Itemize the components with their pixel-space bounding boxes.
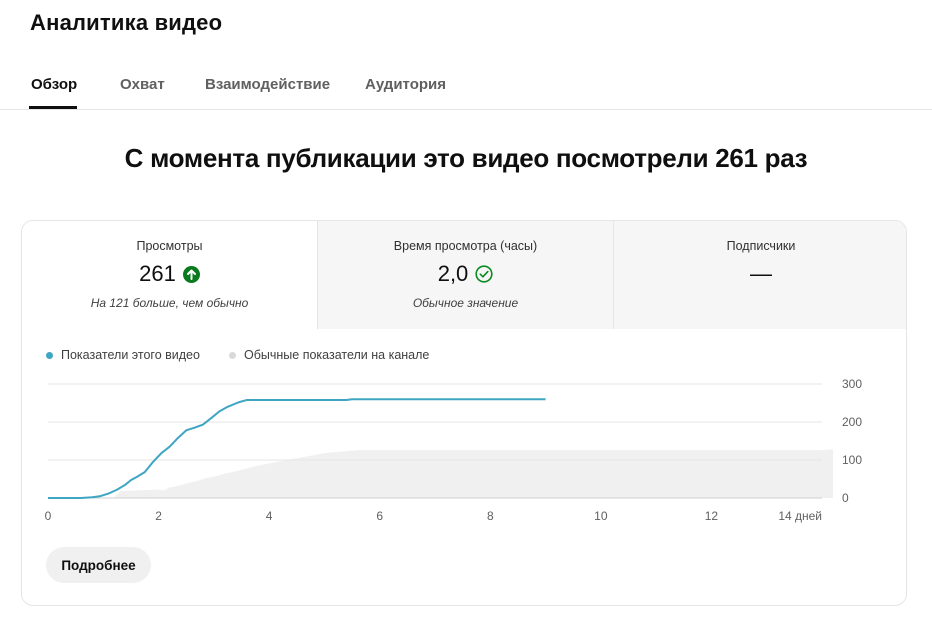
metric-views-label: Просмотры bbox=[136, 239, 203, 253]
legend-dot-typical bbox=[229, 351, 236, 359]
metric-subscribers[interactable]: Подписчики — bbox=[613, 221, 906, 329]
typical-performance-area bbox=[114, 449, 834, 498]
x-tick-label-4: 4 bbox=[266, 509, 273, 523]
overview-card: Просмотры 261 На 121 больше, чем обычно … bbox=[21, 220, 907, 606]
x-tick-label-8: 8 bbox=[487, 509, 494, 523]
legend-label-typical: Обычные показатели на канале bbox=[244, 348, 430, 362]
x-tick-label-14: 14 дней bbox=[778, 509, 822, 523]
y-tick-label-100: 100 bbox=[842, 453, 862, 467]
tab-engagement[interactable]: Взаимодействие bbox=[205, 76, 330, 93]
active-tab-indicator bbox=[29, 106, 77, 109]
metric-subscribers-value: — bbox=[750, 261, 772, 286]
legend-dot-this-video bbox=[46, 351, 53, 359]
legend-this-video: Показатели этого видео bbox=[46, 348, 200, 362]
metric-tabs: Просмотры 261 На 121 больше, чем обычно … bbox=[22, 221, 906, 329]
metric-watch-time-note: Обычное значение bbox=[412, 296, 519, 310]
arrow-up-circle-icon bbox=[182, 265, 200, 283]
y-tick-label-300: 300 bbox=[842, 377, 862, 391]
legend-typical: Обычные показатели на канале bbox=[229, 348, 429, 362]
metric-watch-time-label: Время просмотра (часы) bbox=[393, 239, 538, 253]
y-tick-label-200: 200 bbox=[842, 415, 862, 429]
metric-watch-time[interactable]: Время просмотра (часы) 2,0 Обычное значе… bbox=[317, 221, 613, 329]
views-chart: 0 100 200 300 0 2 4 6 8 10 12 14 дней bbox=[45, 377, 863, 523]
tab-audience[interactable]: Аудитория bbox=[365, 76, 446, 93]
x-tick-label-6: 6 bbox=[376, 509, 383, 523]
app-title: Аналитика видео bbox=[30, 10, 223, 35]
metric-views-value-row: 261 bbox=[22, 261, 317, 287]
legend-label-this-video: Показатели этого видео bbox=[61, 348, 200, 362]
metric-watch-time-value-row: 2,0 bbox=[318, 261, 613, 287]
metric-views-value: 261 bbox=[139, 261, 176, 286]
more-details-button[interactable]: Подробнее bbox=[46, 547, 151, 583]
metric-subscribers-value-row: — bbox=[614, 261, 906, 287]
x-tick-label-12: 12 bbox=[705, 509, 719, 523]
tab-bar: Обзор Охват Взаимодействие Аудитория bbox=[0, 60, 932, 110]
tab-reach[interactable]: Охват bbox=[120, 76, 165, 93]
metric-views-note: На 121 больше, чем обычно bbox=[90, 296, 249, 310]
metric-watch-time-value: 2,0 bbox=[437, 261, 469, 286]
x-tick-label-2: 2 bbox=[155, 509, 162, 523]
y-tick-label-0: 0 bbox=[842, 491, 849, 505]
metric-views[interactable]: Просмотры 261 На 121 больше, чем обычно bbox=[22, 221, 317, 329]
tab-overview[interactable]: Обзор bbox=[31, 76, 77, 93]
page-headline: С момента публикации это видео посмотрел… bbox=[124, 143, 808, 173]
x-tick-label-0: 0 bbox=[45, 509, 52, 523]
check-circle-icon bbox=[475, 265, 493, 283]
metric-subscribers-label: Подписчики bbox=[726, 239, 796, 253]
x-tick-label-10: 10 bbox=[594, 509, 608, 523]
